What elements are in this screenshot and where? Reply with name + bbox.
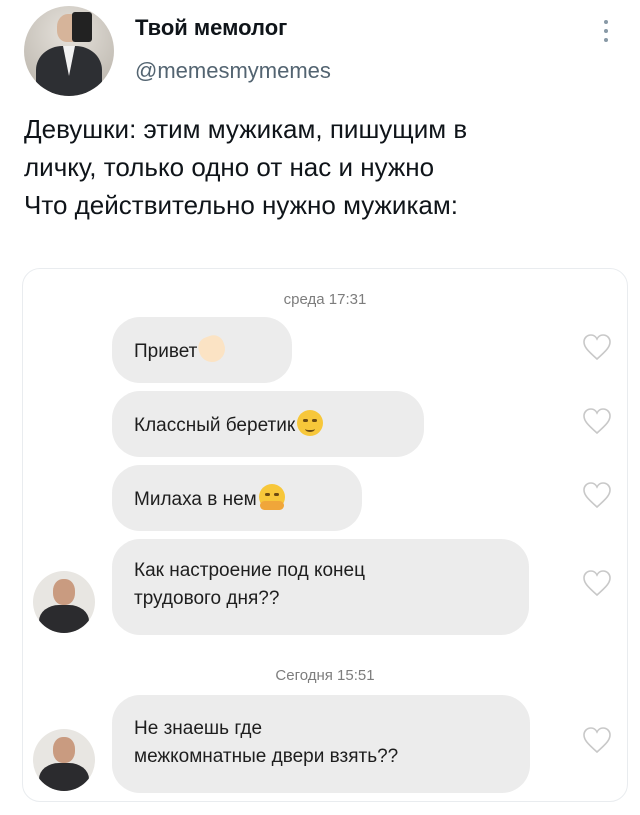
- message-text-line: межкомнатные двери взять??: [134, 746, 399, 767]
- message-text-line: Как настроение под конец: [134, 560, 365, 581]
- heart-icon[interactable]: [582, 726, 612, 754]
- message-bubble: Привет: [112, 317, 292, 383]
- tweet-text-line: личку, только одно от нас и нужно: [24, 152, 435, 182]
- message-bubble: Классный беретик: [112, 391, 424, 457]
- smirking-face-emoji: [297, 410, 324, 436]
- tweet-text-line: Девушки: этим мужикам, пишущим в: [24, 114, 468, 144]
- chat-screenshot[interactable]: среда 17:31 Привет Классный беретик Мила…: [22, 268, 628, 802]
- heart-icon[interactable]: [582, 407, 612, 435]
- tweet-header: Твой мемолог @memesmymemes: [0, 0, 640, 100]
- author-avatar[interactable]: [24, 6, 114, 96]
- message-text: Привет: [134, 341, 198, 362]
- heart-icon[interactable]: [582, 569, 612, 597]
- message-bubble: Милаха в нем: [112, 465, 362, 531]
- message-text: Классный беретик: [134, 415, 296, 436]
- heart-icon[interactable]: [582, 481, 612, 509]
- sender-avatar[interactable]: [33, 729, 95, 791]
- message-bubble: Не знаешь где межкомнатные двери взять??: [112, 695, 530, 793]
- date-separator: Сегодня 15:51: [275, 667, 375, 684]
- message-text: Милаха в нем: [134, 489, 257, 510]
- author-name[interactable]: Твой мемолог: [135, 15, 287, 41]
- tweet-text-line: Что действительно нужно мужикам:: [24, 190, 458, 220]
- tweet-text: Девушки: этим мужикам, пишущим в личку, …: [24, 110, 624, 224]
- message-text-line: Не знаешь где: [134, 718, 263, 739]
- waving-hand-emoji: [195, 332, 230, 366]
- hugging-face-emoji: [258, 484, 285, 510]
- author-handle[interactable]: @memesmymemes: [135, 58, 331, 84]
- more-options-icon[interactable]: [602, 20, 610, 46]
- message-text-line: трудового дня??: [134, 588, 280, 609]
- date-separator: среда 17:31: [283, 291, 367, 308]
- sender-avatar[interactable]: [33, 571, 95, 633]
- message-bubble: Как настроение под конец трудового дня??: [112, 539, 529, 635]
- heart-icon[interactable]: [582, 333, 612, 361]
